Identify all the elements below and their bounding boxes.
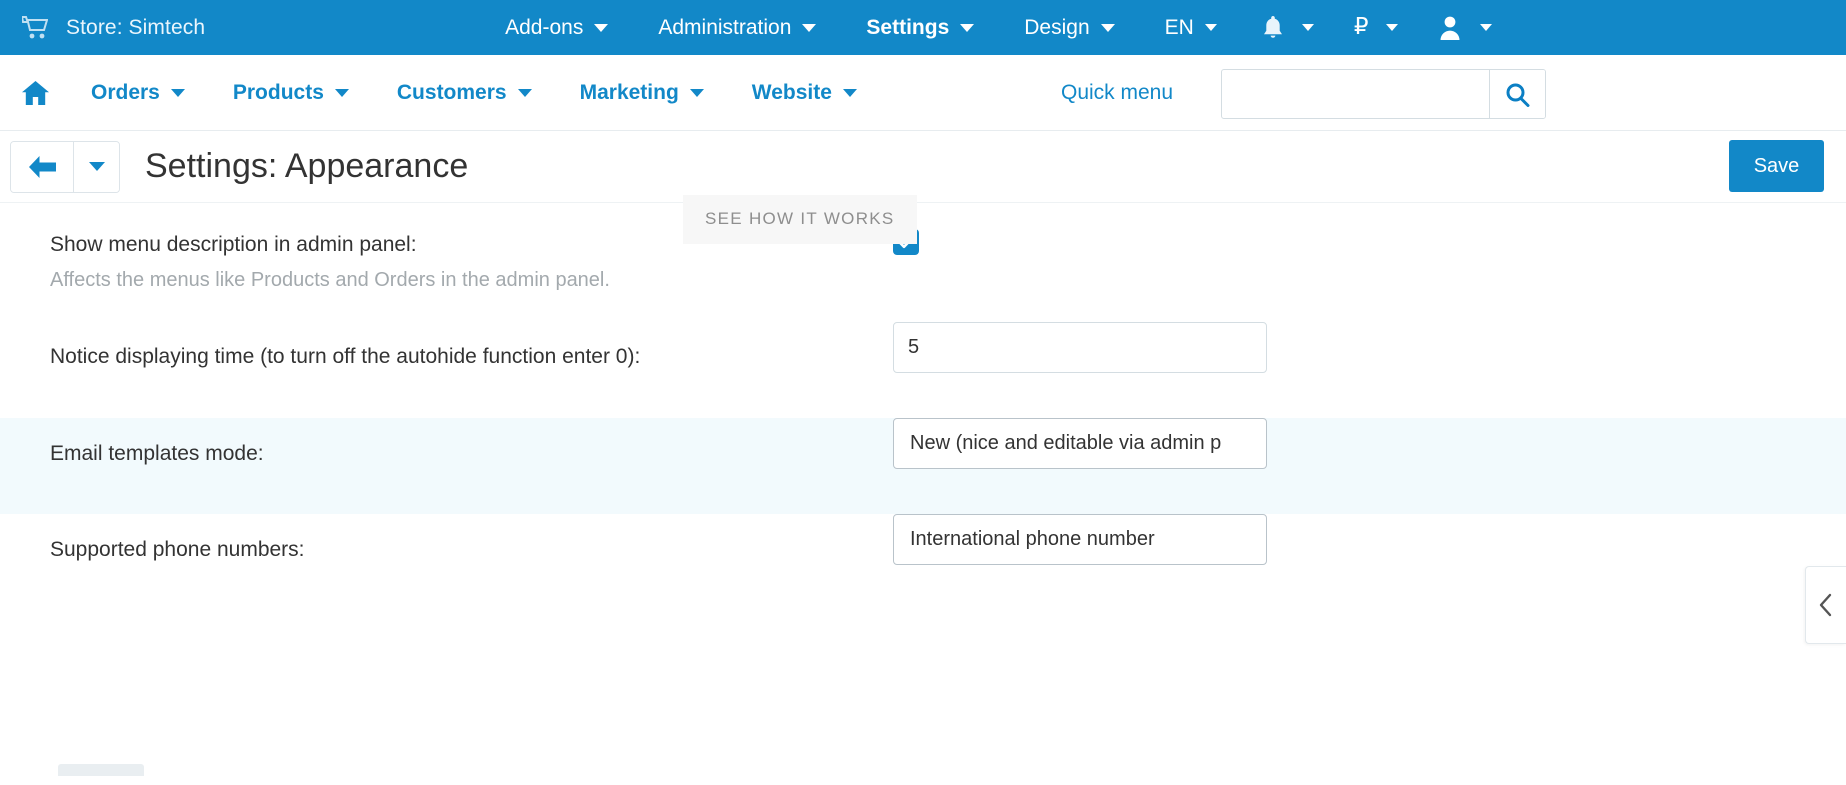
field-label: Notice displaying time (to turn off the … xyxy=(50,345,641,368)
nav-item-label: Marketing xyxy=(579,80,679,104)
page-title: Settings: Appearance xyxy=(145,147,469,185)
chevron-down-icon xyxy=(689,88,704,97)
topbar-item-administration[interactable]: Administration xyxy=(633,0,841,55)
search-input[interactable] xyxy=(1222,70,1489,118)
chevron-down-icon xyxy=(594,23,609,32)
topbar-item-addons[interactable]: Add-ons xyxy=(480,0,633,55)
topbar-item-language[interactable]: EN xyxy=(1140,0,1242,55)
nav-item-label: Website xyxy=(751,80,832,104)
field-label: Supported phone numbers: xyxy=(50,538,305,561)
select-value: New (nice and editable via admin p xyxy=(910,432,1222,454)
field-control xyxy=(893,322,1267,373)
field-label: Show menu description in admin panel: xyxy=(50,233,417,256)
save-button[interactable]: Save xyxy=(1729,140,1824,192)
search-box xyxy=(1221,69,1546,119)
nav-item-website[interactable]: Website xyxy=(728,55,881,131)
topbar-item-design[interactable]: Design xyxy=(999,0,1139,55)
field-label: Email templates mode: xyxy=(50,442,264,465)
search-button[interactable] xyxy=(1489,70,1545,118)
nav-item-orders[interactable]: Orders xyxy=(67,55,209,131)
chevron-down-icon xyxy=(802,23,817,32)
topbar-item-label: EN xyxy=(1164,15,1194,39)
field-control: New (nice and editable via admin p xyxy=(893,418,1267,469)
account-button[interactable] xyxy=(1418,0,1512,55)
chevron-down-icon xyxy=(517,88,532,97)
chevron-down-icon xyxy=(1386,24,1399,31)
form-row-text: Show menu description in admin panel: Af… xyxy=(50,229,610,292)
nav-item-products[interactable]: Products xyxy=(209,55,373,131)
chevron-down-icon xyxy=(1301,24,1314,31)
nav-item-label: Orders xyxy=(91,80,160,104)
notice-displaying-time-input[interactable] xyxy=(893,322,1267,373)
ruble-currency-icon: ₽ xyxy=(1353,14,1369,40)
user-icon xyxy=(1438,15,1462,40)
topbar-menu: Add-ons Administration Settings Design E… xyxy=(480,0,1512,55)
chevron-down-icon xyxy=(1480,24,1493,31)
topbar-item-label: Design xyxy=(1024,15,1090,39)
field-control: International phone number xyxy=(893,514,1267,565)
top-bar: Store: Simtech Add-ons Administration Se… xyxy=(0,0,1846,55)
chevron-down-icon xyxy=(170,88,185,97)
topbar-item-label: Administration xyxy=(658,15,792,39)
search-icon xyxy=(1505,82,1530,107)
settings-form: Show menu description in admin panel: Af… xyxy=(0,202,1846,776)
topbar-item-label: Add-ons xyxy=(505,15,584,39)
chevron-down-icon xyxy=(88,162,105,171)
field-description: Affects the menus like Products and Orde… xyxy=(50,269,610,291)
nav-item-customers[interactable]: Customers xyxy=(373,55,556,131)
form-row-show-menu-description: Show menu description in admin panel: Af… xyxy=(0,203,1846,323)
bottom-tab-stub xyxy=(58,764,144,776)
topbar-item-label: Settings xyxy=(866,15,950,39)
shopping-cart-icon xyxy=(20,15,49,40)
chevron-down-icon xyxy=(1204,24,1217,31)
back-button[interactable] xyxy=(11,141,73,192)
back-dropdown-button[interactable] xyxy=(73,141,119,192)
page-title-bar: Settings: Appearance Save xyxy=(0,131,1846,202)
see-how-it-works-tooltip[interactable]: SEE HOW IT WORKS xyxy=(683,195,917,244)
arrow-left-icon xyxy=(28,155,56,178)
select-value: International phone number xyxy=(910,528,1155,550)
chevron-down-icon xyxy=(842,88,857,97)
bell-icon xyxy=(1262,15,1284,40)
topbar-brand: Store: Simtech xyxy=(0,15,206,40)
back-button-group xyxy=(10,140,120,193)
store-name-label: Store: Simtech xyxy=(66,15,206,39)
form-row-notice-displaying-time: Notice displaying time (to turn off the … xyxy=(0,322,1846,418)
form-row-supported-phone-numbers: Supported phone numbers: International p… xyxy=(0,514,1846,610)
nav-item-label: Products xyxy=(232,80,324,104)
nav-item-label: Customers xyxy=(396,80,507,104)
home-icon xyxy=(22,80,49,106)
topbar-item-settings[interactable]: Settings xyxy=(841,0,999,55)
chevron-left-icon xyxy=(1818,593,1834,617)
supported-phone-numbers-select[interactable]: International phone number xyxy=(893,514,1267,565)
side-panel-toggle[interactable] xyxy=(1805,566,1846,644)
form-row-email-templates-mode: Email templates mode: New (nice and edit… xyxy=(0,418,1846,514)
notifications-button[interactable] xyxy=(1242,0,1334,55)
chevron-down-icon xyxy=(1100,23,1115,32)
chevron-down-icon xyxy=(960,23,975,32)
chevron-down-icon xyxy=(334,88,349,97)
nav-item-marketing[interactable]: Marketing xyxy=(556,55,728,131)
quick-menu-link[interactable]: Quick menu xyxy=(1061,81,1173,105)
currency-button[interactable]: ₽ xyxy=(1334,0,1419,55)
nav-item-home[interactable] xyxy=(0,80,67,106)
main-navigation: Orders Products Customers Marketing Webs… xyxy=(0,55,1846,131)
email-templates-mode-select[interactable]: New (nice and editable via admin p xyxy=(893,418,1267,469)
